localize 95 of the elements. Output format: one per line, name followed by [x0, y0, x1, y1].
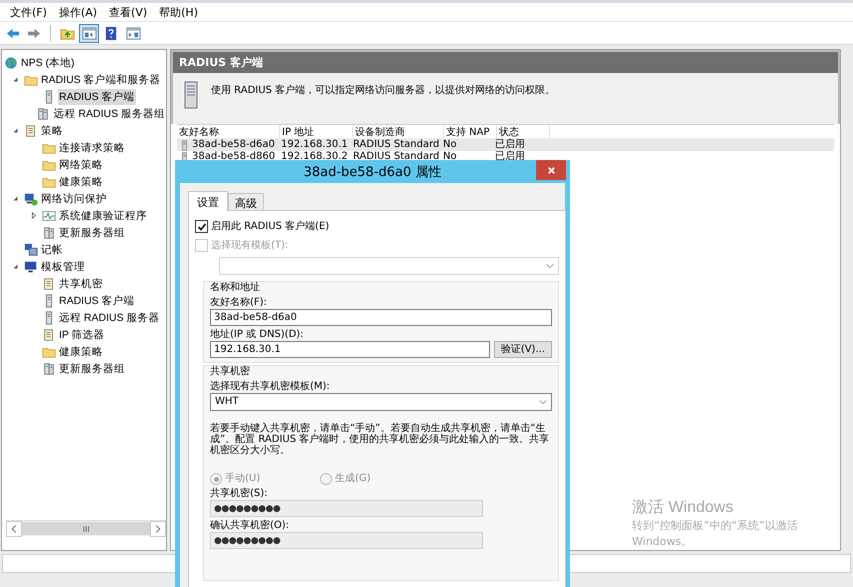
- table-cell: 已启用: [495, 151, 525, 163]
- tree-item[interactable]: 记帐: [2, 241, 166, 258]
- table-cell: No: [443, 139, 457, 151]
- expanded-arrow-icon[interactable]: [12, 195, 19, 202]
- table-cell: 192.168.30.1: [281, 139, 348, 151]
- tree-item[interactable]: RADIUS 客户端: [2, 88, 166, 105]
- column-header[interactable]: 支持 NAP: [444, 125, 497, 138]
- tree-item[interactable]: 远程 RADIUS 服务器组: [2, 105, 166, 122]
- document-icon: [42, 328, 56, 342]
- close-icon: [546, 166, 556, 174]
- field-label: 选择现有共享机密模板(M):: [210, 381, 331, 393]
- group-title: 共享机密: [210, 366, 251, 378]
- tree-item[interactable]: 系统健康验证程序: [2, 207, 166, 224]
- checkbox-label: 选择现有模板(T):: [211, 240, 288, 252]
- caret-icon: [546, 263, 554, 269]
- table-cell: RADIUS Standard: [353, 151, 440, 163]
- column-header[interactable]: 设备制造商: [353, 125, 444, 138]
- field-label: 友好名称(F):: [210, 297, 268, 309]
- field-label: 地址(IP 或 DNS)(D):: [210, 329, 305, 341]
- expanded-arrow-icon[interactable]: [12, 127, 19, 134]
- tree-item[interactable]: RADIUS 客户端和服务器: [2, 71, 166, 88]
- tree-item[interactable]: 健康策略: [2, 343, 166, 360]
- checkbox[interactable]: [195, 220, 208, 233]
- radio-label: 生成(G): [335, 473, 371, 485]
- menu-item[interactable]: 文件(F): [4, 4, 53, 20]
- field-label: 共享机密(S):: [210, 488, 269, 500]
- pulse-icon: [42, 208, 56, 222]
- tree-item[interactable]: 共享机密: [2, 275, 166, 292]
- activation-title: 激活 Windows: [632, 498, 734, 518]
- panel-header: RADIUS 客户端: [171, 50, 840, 73]
- caret-icon: [539, 399, 547, 405]
- tree-item[interactable]: 策略: [2, 122, 166, 139]
- expanded-arrow-icon[interactable]: [12, 76, 19, 83]
- tab[interactable]: 高级: [228, 193, 264, 210]
- verify-button[interactable]: 验证(V)...: [494, 341, 552, 358]
- panel-icon: [82, 26, 96, 40]
- password-field[interactable]: ●●●●●●●●●: [210, 532, 483, 549]
- document-icon: [24, 124, 38, 138]
- tree-item[interactable]: 网络访问保护: [2, 190, 166, 207]
- tree-item[interactable]: 连接请求策略: [2, 139, 166, 156]
- table-row[interactable]: 38ad-be58-d6a0 192.168.30.1 RADIUS Standard No 已启用: [177, 139, 834, 151]
- tree-item[interactable]: 更新服务器组: [2, 224, 166, 241]
- tree-item[interactable]: 健康策略: [2, 173, 166, 190]
- table-cell-text: 已启用: [495, 139, 525, 150]
- activation-text: 转到“控制面板”中的“系统”以激活 Windows。: [632, 518, 799, 550]
- scroll-right-icon[interactable]: [150, 520, 166, 536]
- menu-item[interactable]: 操作(A): [52, 4, 104, 20]
- server-icon: [179, 140, 190, 150]
- table-cell: RADIUS Standard: [353, 139, 440, 151]
- menu-item[interactable]: 查看(V): [103, 4, 154, 20]
- menu-item[interactable]: 帮助(H): [153, 4, 204, 20]
- password-field[interactable]: ●●●●●●●●●: [210, 500, 483, 517]
- column-header[interactable]: 状态: [497, 125, 550, 138]
- globe-icon: [4, 56, 18, 70]
- computers-icon: [24, 242, 38, 256]
- server-icon: [183, 81, 199, 109]
- tree-item[interactable]: 远程 RADIUS 服务器: [2, 309, 166, 326]
- panel-icon: [126, 26, 140, 40]
- monitor-icon: [24, 260, 38, 274]
- server-stack-icon: [42, 362, 56, 376]
- column-header[interactable]: 友好名称: [177, 125, 280, 138]
- description-text: 使用 RADIUS 客户端，可以指定网络访问服务器，以提供对网络的访问权限。: [211, 84, 556, 97]
- tree-item[interactable]: NPS (本地): [2, 54, 166, 71]
- scroll-left-icon[interactable]: [6, 520, 22, 536]
- tree-item[interactable]: 网络策略: [2, 156, 166, 173]
- help-text: 若要手动键入共享机密，请单击“手动”。若要自动生成共享机密，请单击“生成”。配置 RADIUS 客户端时，使用的共享机密必须与此处输入的一致。共享机密区分大小写。: [210, 423, 550, 458]
- tree-item[interactable]: 模板管理: [2, 258, 166, 275]
- field-label: 确认共享机密(O):: [210, 520, 290, 532]
- tree-item[interactable]: RADIUS 客户端: [2, 292, 166, 309]
- server-stack-icon: [36, 106, 50, 120]
- collapsed-arrow-icon[interactable]: [30, 212, 37, 219]
- secret-template-dropdown[interactable]: WHT: [210, 393, 552, 411]
- table-cell: No: [443, 151, 457, 163]
- input-field[interactable]: 38ad-be58-d6a0: [210, 309, 552, 326]
- table-cell: 192.168.30.2: [281, 151, 348, 163]
- checkbox-label: 启用此 RADIUS 客户端(E): [211, 220, 330, 232]
- toolbar-button[interactable]: [79, 24, 99, 42]
- table-cell: 38ad-be58-d860: [192, 151, 276, 163]
- help-icon: [104, 26, 118, 40]
- computer-icon: [24, 192, 38, 206]
- table-cell: 38ad-be58-d6a0: [192, 139, 275, 151]
- group-title: 名称和地址: [210, 282, 261, 294]
- radio-label: 手动(U): [225, 473, 260, 485]
- tab[interactable]: 设置: [188, 191, 228, 211]
- scrollbar-thumb[interactable]: [22, 522, 150, 535]
- tree-item[interactable]: 更新服务器组: [2, 360, 166, 377]
- document-icon: [42, 276, 56, 290]
- column-header[interactable]: IP 地址: [280, 125, 353, 138]
- horizontal-scrollbar[interactable]: [6, 520, 166, 536]
- input-field[interactable]: 192.168.30.1: [210, 341, 490, 358]
- dialog-title: 38ad-be58-d6a0 属性: [304, 164, 442, 180]
- tree-item[interactable]: IP 筛选器: [2, 326, 166, 343]
- expanded-arrow-icon[interactable]: [12, 263, 19, 270]
- close-button[interactable]: [536, 160, 566, 180]
- server-stack-icon: [42, 226, 56, 240]
